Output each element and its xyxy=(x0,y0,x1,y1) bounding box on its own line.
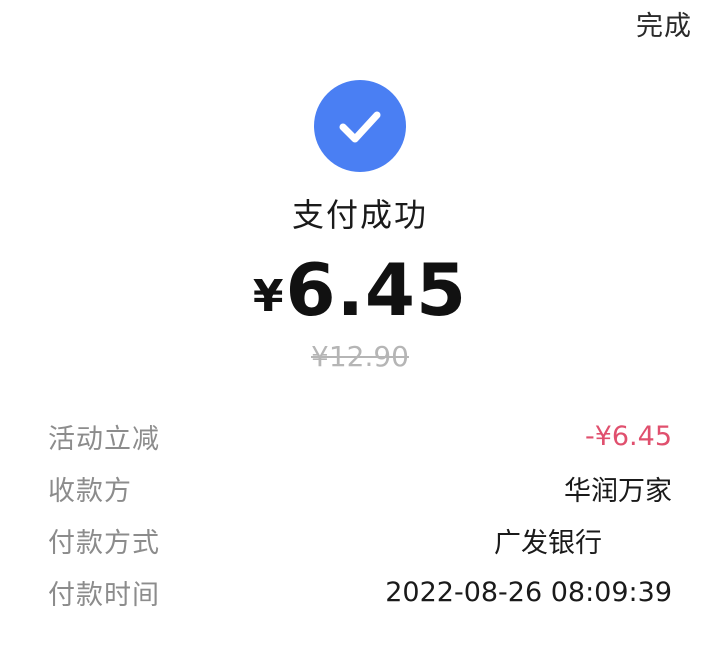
payment-amount: ¥6.45 xyxy=(0,248,720,332)
done-button[interactable]: 完成 xyxy=(636,4,692,43)
discount-value: -¥6.45 xyxy=(584,420,672,452)
payee-value: 华润万家 xyxy=(564,475,672,507)
checkmark-icon xyxy=(314,80,406,172)
original-price: ¥12.90 xyxy=(311,340,409,373)
detail-row-payment-time: 付款时间 2022-08-26 08:09:39 xyxy=(48,566,672,618)
payment-method-value: 广发银行 xyxy=(494,527,602,559)
payment-status-title: 支付成功 xyxy=(291,196,428,234)
detail-label: 付款方式 xyxy=(48,527,160,559)
payment-details: 活动立减 -¥6.45 收款方 华润万家 付款方式 广发银行 付款时间 2022… xyxy=(48,410,672,618)
checkmark-glyph xyxy=(339,111,381,143)
payment-result-page: 完成 支付成功 ¥6.45 ¥12.90 活动立减 -¥6.45 收款方 华润万… xyxy=(0,0,720,647)
detail-row-discount: 活动立减 -¥6.45 xyxy=(48,410,672,462)
detail-row-payee: 收款方 华润万家 xyxy=(48,462,672,514)
payment-time-value: 2022-08-26 08:09:39 xyxy=(385,576,672,608)
detail-label: 付款时间 xyxy=(48,579,160,611)
amount-value: 6.45 xyxy=(285,248,468,332)
detail-label: 活动立减 xyxy=(48,423,160,455)
detail-row-payment-method: 付款方式 广发银行 xyxy=(48,514,672,566)
detail-label: 收款方 xyxy=(48,475,132,507)
currency-symbol: ¥ xyxy=(252,271,284,322)
